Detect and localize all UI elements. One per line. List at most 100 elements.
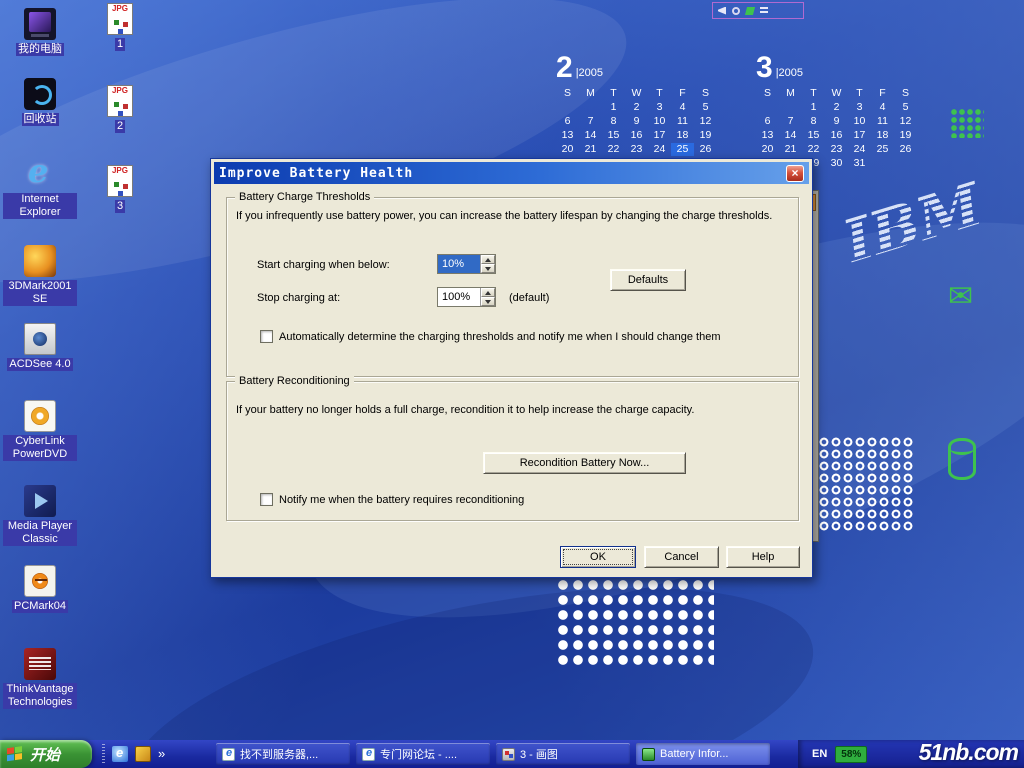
stop-charging-spinner[interactable]: 100% [437, 287, 496, 307]
desktop-icon-jpg-1[interactable]: JPG1 [92, 3, 148, 51]
calendar-day: 12 [694, 115, 717, 128]
calendar-day: 3 [848, 101, 871, 114]
calendar-day-header: T [848, 87, 871, 100]
desktop-icon-acdsee-40[interactable]: ACDSee 4.0 [3, 323, 77, 371]
calendar-day: 8 [602, 115, 625, 128]
desktop-icon-label: 3DMark2001 SE [3, 280, 77, 306]
ibm-logo: IBM [837, 168, 1008, 272]
taskbar-task-1[interactable]: 找不到服务器,... [216, 743, 350, 765]
wallpaper-pen-icon [745, 7, 755, 15]
start-charging-spinner[interactable]: 10% [437, 254, 496, 274]
group-title: Battery Charge Thresholds [235, 191, 374, 203]
wallpaper-toolbar-graphic [712, 2, 804, 19]
desktop-icon-internet-explorer[interactable]: Internet Explorer [3, 158, 77, 219]
start-label: 开始 [30, 744, 60, 765]
wallpaper-grid-icon [950, 108, 984, 138]
notify-reconditioning-checkbox[interactable]: Notify me when the battery requires reco… [260, 493, 524, 506]
spinner-arrows[interactable] [480, 288, 495, 306]
desktop-icon-jpg-2[interactable]: JPG 2 [92, 85, 148, 133]
calendar-day: 31 [848, 157, 871, 170]
calendar-day: 14 [579, 129, 602, 142]
desktop-icon-media-player-classic[interactable]: Media Player Classic [3, 485, 77, 546]
calendar-day: 5 [894, 101, 917, 114]
spin-down-icon[interactable] [481, 297, 495, 306]
spin-down-icon[interactable] [481, 264, 495, 273]
calendar-day [779, 101, 802, 114]
3dmark-icon [24, 245, 56, 277]
defaults-button[interactable]: Defaults [610, 269, 686, 291]
auto-determine-checkbox[interactable]: Automatically determine the charging thr… [260, 330, 720, 343]
default-note: (default) [509, 292, 549, 305]
desktop-icon-my-computer[interactable]: 我的电脑 [3, 8, 77, 56]
dialog-body: Battery Charge Thresholds If you infrequ… [214, 184, 809, 574]
help-button[interactable]: Help [726, 546, 800, 568]
desktop-icon-pcmark04[interactable]: PCMark04 [3, 565, 77, 613]
calendar-day: 2 [825, 101, 848, 114]
calendar-day: 26 [694, 143, 717, 156]
cancel-button[interactable]: Cancel [644, 546, 719, 568]
media-quicklaunch-icon[interactable] [135, 746, 151, 762]
calendar-year: |2005 [576, 67, 603, 81]
desktop-icon-label: 2 [115, 120, 125, 133]
close-icon[interactable]: × [786, 165, 804, 182]
calendar-day: 24 [648, 143, 671, 156]
jpg-file-icon: JPG [107, 165, 133, 197]
taskbar: 开始 » 找不到服务器,... 专门网论坛 - .... 3 - 画图 Battery… [0, 740, 1024, 768]
quick-launch-handle[interactable] [102, 744, 105, 764]
desktop-icon-recycle-bin[interactable]: 回收站 [3, 78, 77, 126]
desktop-icon-jpg-3[interactable]: JPG3 [92, 165, 148, 213]
spin-up-icon[interactable] [481, 255, 495, 264]
wallpaper-keyboard-icon [760, 7, 768, 15]
checkbox-box[interactable] [260, 330, 273, 343]
taskbar-task-2[interactable]: 专门网论坛 - .... [356, 743, 490, 765]
calendar-day: 15 [802, 129, 825, 142]
language-indicator[interactable]: EN [812, 748, 827, 760]
calendar-day [579, 101, 602, 114]
recondition-battery-button[interactable]: Recondition Battery Now... [483, 452, 686, 474]
calendar-day-header: S [894, 87, 917, 100]
ok-button[interactable]: OK [560, 546, 636, 568]
calendar-month-number: 2 [556, 55, 573, 81]
task-label: Battery Infor... [660, 748, 728, 760]
checkbox-label: Notify me when the battery requires reco… [279, 494, 524, 506]
wallpaper-pointer-icon [718, 7, 726, 15]
recycle-icon [24, 78, 56, 110]
internet-explorer-quicklaunch-icon[interactable] [112, 746, 128, 762]
start-charging-label: Start charging when below: [257, 259, 390, 272]
calendar-day-header: F [671, 87, 694, 100]
battery-tray-indicator[interactable]: 58% [835, 746, 867, 763]
calendar-day: 16 [825, 129, 848, 142]
desktop-icon-thinkvantage-technologies[interactable]: ThinkVantage Technologies [3, 648, 77, 709]
spinner-arrows[interactable] [480, 255, 495, 273]
taskbar-task-3[interactable]: 3 - 画图 [496, 743, 630, 765]
calendar-day: 11 [671, 115, 694, 128]
calendar-day: 4 [671, 101, 694, 114]
calendar-day: 3 [648, 101, 671, 114]
computer-icon [24, 8, 56, 40]
calendar-day: 5 [694, 101, 717, 114]
desktop-icon-3dmark2001-se[interactable]: 3DMark2001 SE [3, 245, 77, 306]
calendar-day: 7 [779, 115, 802, 128]
start-button[interactable]: 开始 [0, 740, 92, 768]
start-charging-value[interactable]: 10% [438, 255, 480, 273]
desktop-icon-cyberlink-powerdvd[interactable]: CyberLink PowerDVD [3, 400, 77, 461]
calendar-month-3: 3|2005SMTWTFS123456789101112131415161718… [756, 55, 921, 170]
taskbar-task-4[interactable]: Battery Infor... [636, 743, 770, 765]
calendar-day: 1 [802, 101, 825, 114]
spin-up-icon[interactable] [481, 288, 495, 297]
checkbox-box[interactable] [260, 493, 273, 506]
calendar-day: 17 [648, 129, 671, 142]
jpg-file-icon: JPG [107, 85, 133, 117]
wallpaper-cylinder-icon [948, 438, 976, 480]
calendar-month-number: 3 [756, 55, 773, 81]
calendar-day-header: W [825, 87, 848, 100]
desktop-icon-label: 我的电脑 [16, 43, 64, 56]
envelope-icon: ✉ [948, 282, 973, 312]
desktop-icon-label: ACDSee 4.0 [7, 358, 72, 371]
calendar-day: 20 [556, 143, 579, 156]
dialog-title: Improve Battery Health [219, 166, 413, 181]
ie-icon [24, 158, 56, 190]
dialog-title-bar[interactable]: Improve Battery Health × [214, 162, 809, 184]
quick-launch-overflow-chevron[interactable]: » [158, 746, 165, 762]
stop-charging-value[interactable]: 100% [438, 288, 480, 306]
